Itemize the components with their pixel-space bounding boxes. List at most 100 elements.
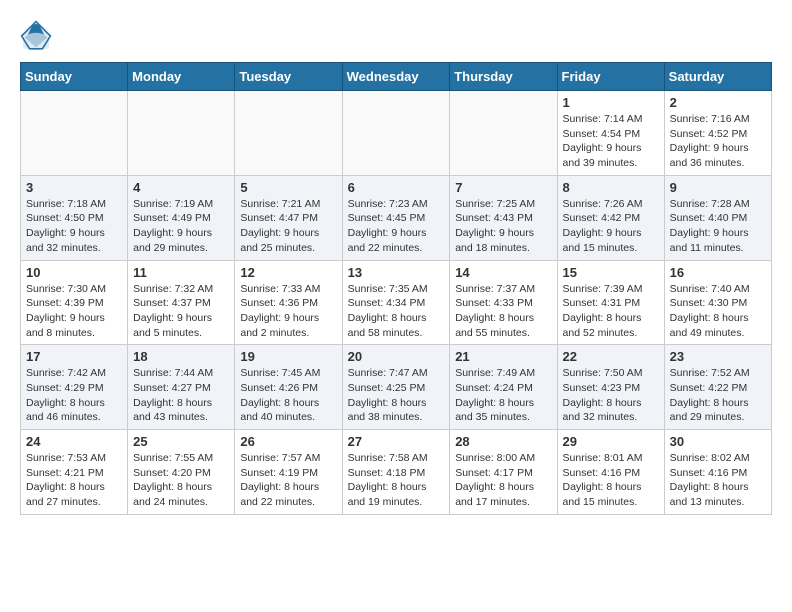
- calendar-cell: 24Sunrise: 7:53 AMSunset: 4:21 PMDayligh…: [21, 430, 128, 515]
- calendar-cell: 25 Sunrise: 7:55 AMSunset: 4:20 PMDayligh…: [128, 430, 235, 515]
- calendar-cell: 6 Sunrise: 7:23 AMSunset: 4:45 PMDaylight…: [342, 175, 450, 260]
- day-info: Sunrise: 8:02 AMSunset: 4:16 PMDaylight:…: [670, 451, 766, 510]
- calendar-cell: 22 Sunrise: 7:50 AMSunset: 4:23 PMDayligh…: [557, 345, 664, 430]
- weekday-header-monday: Monday: [128, 63, 235, 91]
- day-number: 17: [26, 349, 122, 364]
- day-number: 26: [240, 434, 336, 449]
- calendar-cell: 1Sunrise: 7:14 AMSunset: 4:54 PMDaylight…: [557, 91, 664, 176]
- day-number: 9: [670, 180, 766, 195]
- day-number: 20: [348, 349, 445, 364]
- weekday-header-friday: Friday: [557, 63, 664, 91]
- logo: [20, 20, 56, 52]
- day-info: Sunrise: 7:32 AMSunset: 4:37 PMDaylight:…: [133, 282, 229, 341]
- day-number: 1: [563, 95, 659, 110]
- day-info: Sunrise: 7:39 AMSunset: 4:31 PMDaylight:…: [563, 282, 659, 341]
- day-info: Sunrise: 7:33 AMSunset: 4:36 PMDaylight:…: [240, 282, 336, 341]
- day-info: Sunrise: 7:58 AMSunset: 4:18 PMDaylight:…: [348, 451, 445, 510]
- day-info: Sunrise: 7:26 AMSunset: 4:42 PMDaylight:…: [563, 197, 659, 256]
- day-number: 29: [563, 434, 659, 449]
- calendar-table: SundayMondayTuesdayWednesdayThursdayFrid…: [20, 62, 772, 515]
- calendar-cell: [128, 91, 235, 176]
- day-info: Sunrise: 7:23 AMSunset: 4:45 PMDaylight:…: [348, 197, 445, 256]
- day-number: 12: [240, 265, 336, 280]
- day-number: 2: [670, 95, 766, 110]
- day-number: 18: [133, 349, 229, 364]
- day-info: Sunrise: 7:25 AMSunset: 4:43 PMDaylight:…: [455, 197, 551, 256]
- day-info: Sunrise: 7:42 AMSunset: 4:29 PMDaylight:…: [26, 366, 122, 425]
- calendar-week-row: 1Sunrise: 7:14 AMSunset: 4:54 PMDaylight…: [21, 91, 772, 176]
- weekday-header-saturday: Saturday: [664, 63, 771, 91]
- day-number: 15: [563, 265, 659, 280]
- day-info: Sunrise: 7:40 AMSunset: 4:30 PMDaylight:…: [670, 282, 766, 341]
- day-info: Sunrise: 7:19 AMSunset: 4:49 PMDaylight:…: [133, 197, 229, 256]
- calendar-week-row: 10 Sunrise: 7:30 AMSunset: 4:39 PMDayligh…: [21, 260, 772, 345]
- day-info: Sunrise: 7:35 AMSunset: 4:34 PMDaylight:…: [348, 282, 445, 341]
- day-number: 8: [563, 180, 659, 195]
- calendar-cell: 13 Sunrise: 7:35 AMSunset: 4:34 PMDayligh…: [342, 260, 450, 345]
- day-info: Sunrise: 7:49 AMSunset: 4:24 PMDaylight:…: [455, 366, 551, 425]
- day-number: 6: [348, 180, 445, 195]
- calendar-cell: 12 Sunrise: 7:33 AMSunset: 4:36 PMDayligh…: [235, 260, 342, 345]
- calendar-cell: 30 Sunrise: 8:02 AMSunset: 4:16 PMDayligh…: [664, 430, 771, 515]
- day-info: Sunrise: 8:00 AMSunset: 4:17 PMDaylight:…: [455, 451, 551, 510]
- weekday-header-tuesday: Tuesday: [235, 63, 342, 91]
- day-number: 23: [670, 349, 766, 364]
- day-info: Sunrise: 7:30 AMSunset: 4:39 PMDaylight:…: [26, 282, 122, 341]
- day-number: 25: [133, 434, 229, 449]
- calendar-cell: 26 Sunrise: 7:57 AMSunset: 4:19 PMDayligh…: [235, 430, 342, 515]
- calendar-week-row: 24Sunrise: 7:53 AMSunset: 4:21 PMDayligh…: [21, 430, 772, 515]
- day-number: 14: [455, 265, 551, 280]
- day-number: 7: [455, 180, 551, 195]
- day-info: Sunrise: 7:57 AMSunset: 4:19 PMDaylight:…: [240, 451, 336, 510]
- calendar-cell: 4 Sunrise: 7:19 AMSunset: 4:49 PMDaylight…: [128, 175, 235, 260]
- calendar-cell: 5 Sunrise: 7:21 AMSunset: 4:47 PMDaylight…: [235, 175, 342, 260]
- calendar-cell: 29Sunrise: 8:01 AMSunset: 4:16 PMDayligh…: [557, 430, 664, 515]
- calendar-cell: 23 Sunrise: 7:52 AMSunset: 4:22 PMDayligh…: [664, 345, 771, 430]
- day-info: Sunrise: 7:52 AMSunset: 4:22 PMDaylight:…: [670, 366, 766, 425]
- weekday-header-sunday: Sunday: [21, 63, 128, 91]
- day-number: 24: [26, 434, 122, 449]
- day-number: 16: [670, 265, 766, 280]
- weekday-header-row: SundayMondayTuesdayWednesdayThursdayFrid…: [21, 63, 772, 91]
- day-number: 4: [133, 180, 229, 195]
- day-number: 28: [455, 434, 551, 449]
- day-info: Sunrise: 7:50 AMSunset: 4:23 PMDaylight:…: [563, 366, 659, 425]
- day-info: Sunrise: 7:55 AMSunset: 4:20 PMDaylight:…: [133, 451, 229, 510]
- day-number: 30: [670, 434, 766, 449]
- calendar-cell: 7 Sunrise: 7:25 AMSunset: 4:43 PMDaylight…: [450, 175, 557, 260]
- calendar-cell: 18Sunrise: 7:44 AMSunset: 4:27 PMDayligh…: [128, 345, 235, 430]
- day-number: 10: [26, 265, 122, 280]
- calendar-week-row: 17 Sunrise: 7:42 AMSunset: 4:29 PMDayligh…: [21, 345, 772, 430]
- calendar-cell: 14 Sunrise: 7:37 AMSunset: 4:33 PMDayligh…: [450, 260, 557, 345]
- calendar-cell: 16 Sunrise: 7:40 AMSunset: 4:30 PMDayligh…: [664, 260, 771, 345]
- calendar-cell: 8 Sunrise: 7:26 AMSunset: 4:42 PMDaylight…: [557, 175, 664, 260]
- day-number: 21: [455, 349, 551, 364]
- day-number: 22: [563, 349, 659, 364]
- calendar-cell: [450, 91, 557, 176]
- calendar-cell: [235, 91, 342, 176]
- calendar-cell: 27 Sunrise: 7:58 AMSunset: 4:18 PMDayligh…: [342, 430, 450, 515]
- day-number: 27: [348, 434, 445, 449]
- day-info: Sunrise: 7:21 AMSunset: 4:47 PMDaylight:…: [240, 197, 336, 256]
- calendar-cell: 19Sunrise: 7:45 AMSunset: 4:26 PMDayligh…: [235, 345, 342, 430]
- calendar-cell: 10 Sunrise: 7:30 AMSunset: 4:39 PMDayligh…: [21, 260, 128, 345]
- weekday-header-thursday: Thursday: [450, 63, 557, 91]
- calendar-cell: 2 Sunrise: 7:16 AMSunset: 4:52 PMDaylight…: [664, 91, 771, 176]
- calendar-cell: [21, 91, 128, 176]
- day-info: Sunrise: 7:18 AMSunset: 4:50 PMDaylight:…: [26, 197, 122, 256]
- calendar-cell: 11 Sunrise: 7:32 AMSunset: 4:37 PMDayligh…: [128, 260, 235, 345]
- day-number: 5: [240, 180, 336, 195]
- day-number: 13: [348, 265, 445, 280]
- calendar-cell: 3Sunrise: 7:18 AMSunset: 4:50 PMDaylight…: [21, 175, 128, 260]
- calendar-cell: 28 Sunrise: 8:00 AMSunset: 4:17 PMDayligh…: [450, 430, 557, 515]
- calendar-cell: 17 Sunrise: 7:42 AMSunset: 4:29 PMDayligh…: [21, 345, 128, 430]
- calendar-cell: 20 Sunrise: 7:47 AMSunset: 4:25 PMDayligh…: [342, 345, 450, 430]
- day-info: Sunrise: 7:47 AMSunset: 4:25 PMDaylight:…: [348, 366, 445, 425]
- logo-icon: [20, 20, 52, 52]
- page-header: [20, 20, 772, 52]
- day-info: Sunrise: 7:37 AMSunset: 4:33 PMDaylight:…: [455, 282, 551, 341]
- day-info: Sunrise: 7:16 AMSunset: 4:52 PMDaylight:…: [670, 112, 766, 171]
- day-number: 19: [240, 349, 336, 364]
- calendar-cell: 9Sunrise: 7:28 AMSunset: 4:40 PMDaylight…: [664, 175, 771, 260]
- day-number: 11: [133, 265, 229, 280]
